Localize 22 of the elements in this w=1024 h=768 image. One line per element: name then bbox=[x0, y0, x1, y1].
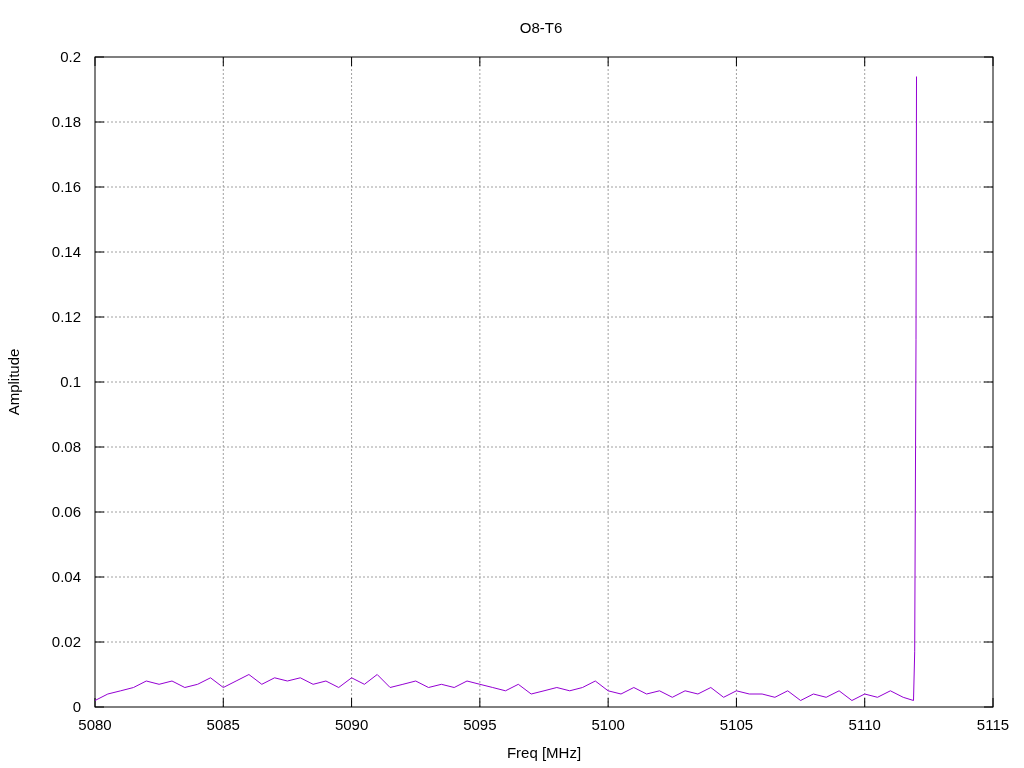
y-tick-label: 0.06 bbox=[51, 503, 81, 520]
y-axis-label: Amplitude bbox=[5, 348, 22, 416]
y-tick-label: 0.12 bbox=[51, 308, 81, 325]
x-tick-label: 5105 bbox=[719, 716, 754, 733]
x-tick-label: 5090 bbox=[334, 716, 369, 733]
x-tick-label: 5085 bbox=[206, 716, 240, 733]
y-tick-label: 0.14 bbox=[51, 243, 81, 260]
x-axis-label: Freq [MHz] bbox=[506, 744, 582, 761]
x-tick-label: 5100 bbox=[591, 716, 625, 733]
y-tick-label: 0.08 bbox=[51, 438, 81, 455]
y-tick-label: 0.02 bbox=[51, 633, 81, 650]
x-tick-label: 5080 bbox=[78, 716, 112, 733]
chart-title: O8-T6 bbox=[519, 19, 563, 36]
x-tick-label: 5110 bbox=[848, 716, 881, 733]
y-tick-label: 0.2 bbox=[60, 48, 81, 65]
y-tick-label: 0.1 bbox=[60, 373, 81, 390]
x-tick-label: 5095 bbox=[463, 716, 497, 733]
y-tick-label: 0 bbox=[72, 698, 81, 715]
y-tick-label: 0.18 bbox=[51, 113, 81, 130]
y-tick-label: 0.16 bbox=[51, 178, 81, 195]
y-tick-label: 0.04 bbox=[51, 568, 81, 585]
x-tick-label: 5115 bbox=[976, 716, 1010, 733]
